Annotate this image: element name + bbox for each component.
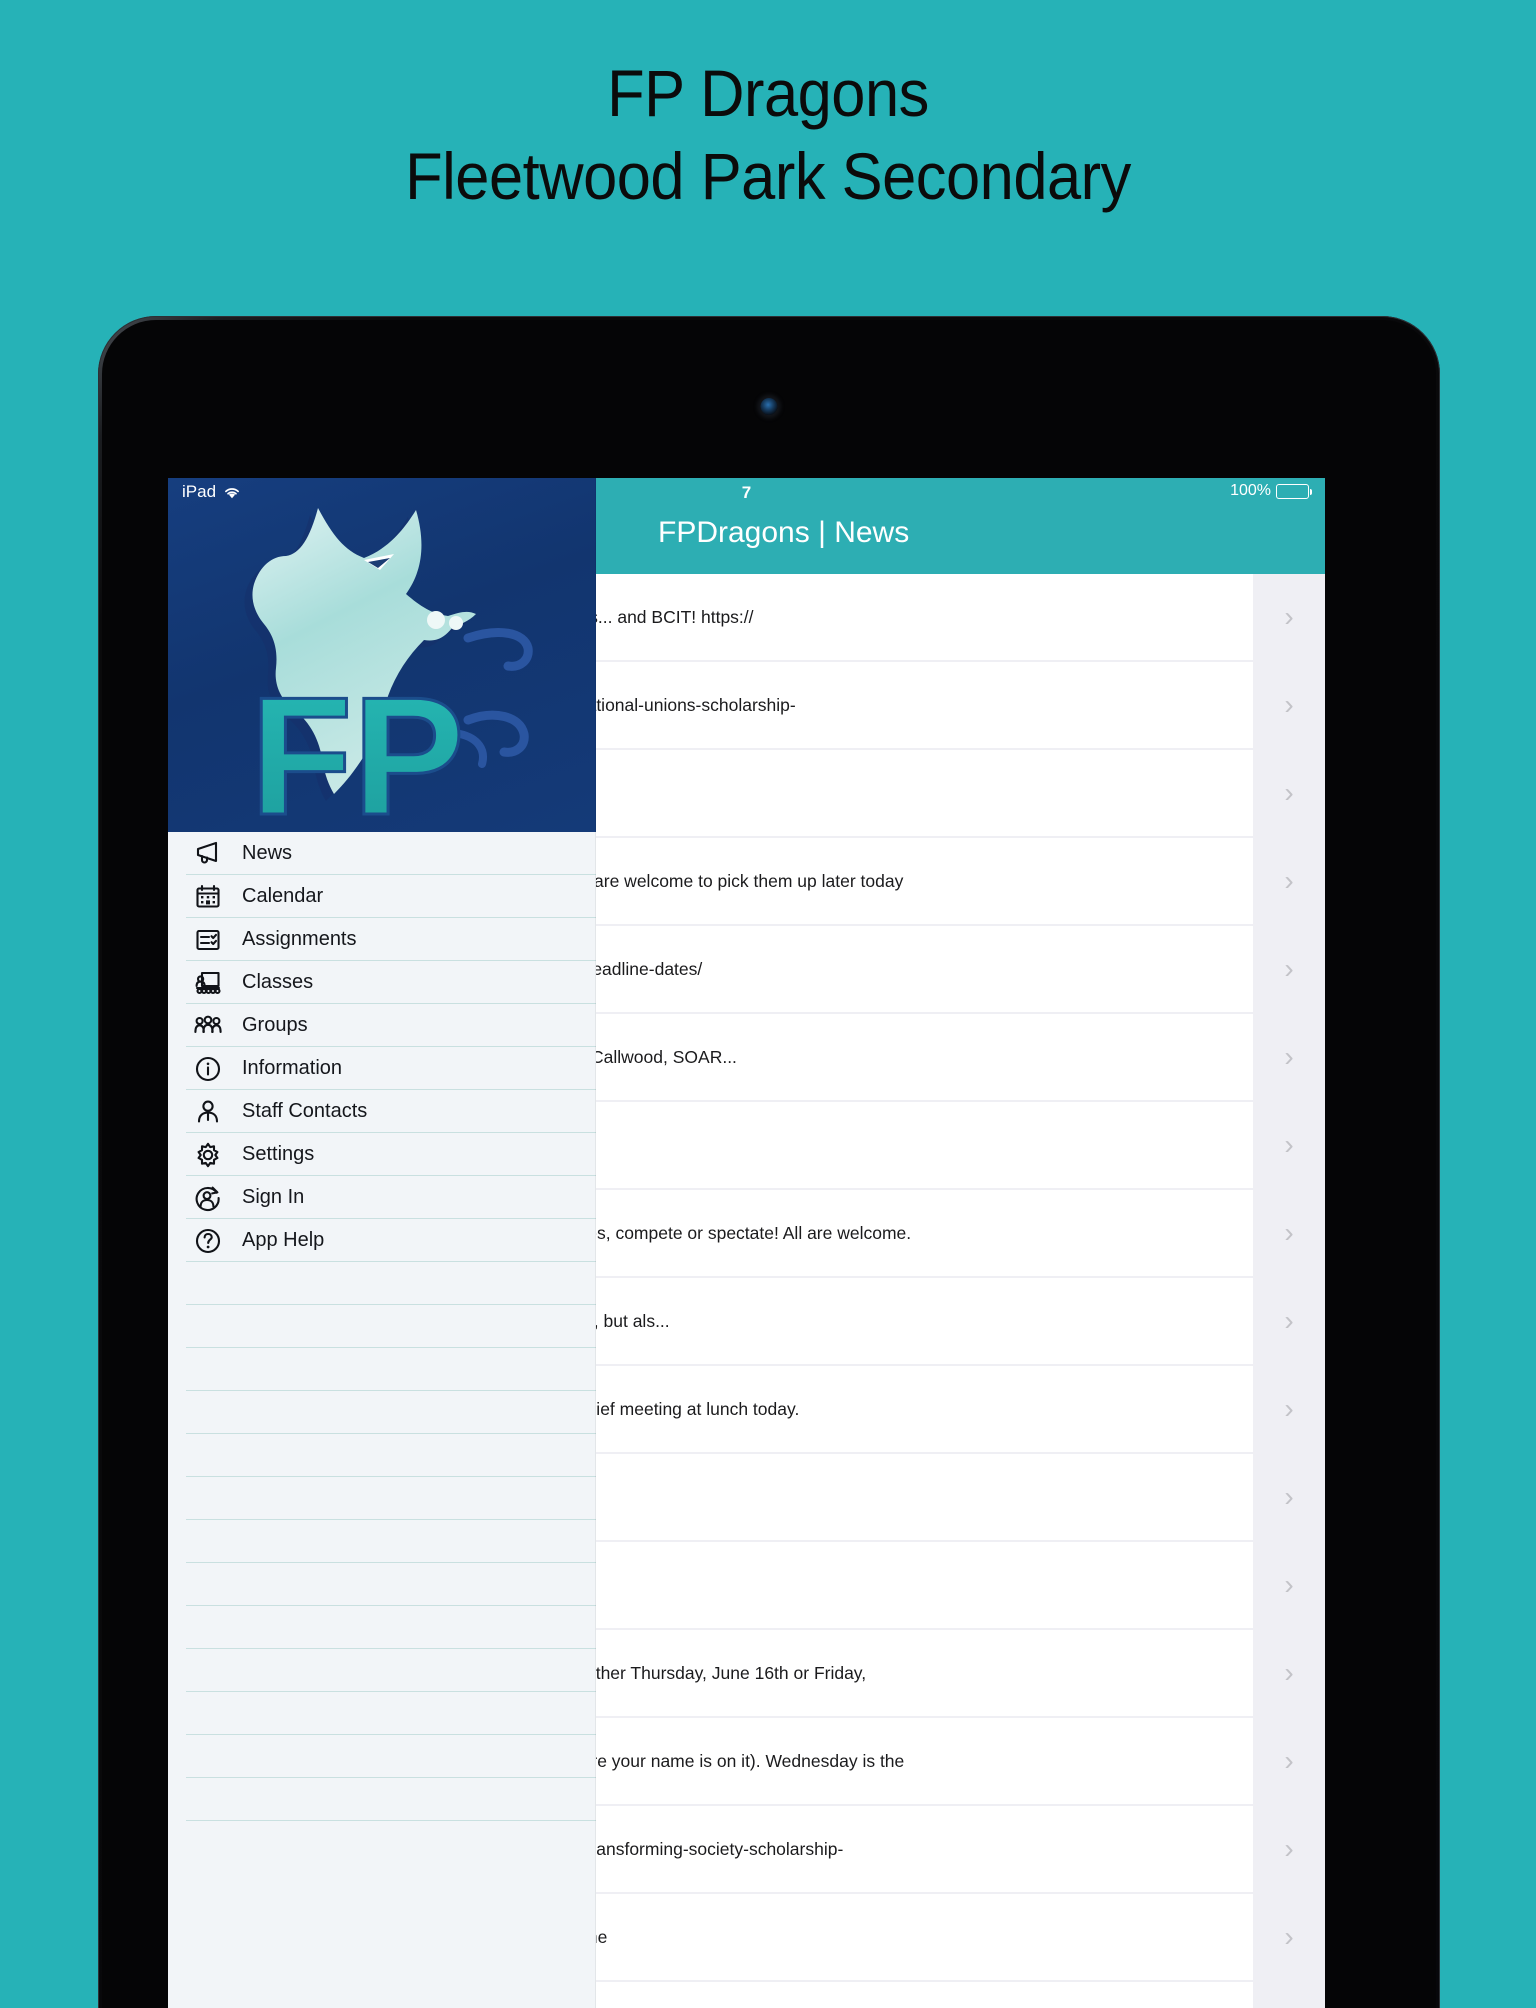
sidebar-item-app-help[interactable]: App Help bbox=[168, 1219, 596, 1262]
sidebar-empty-row bbox=[168, 1391, 596, 1434]
sidebar-item-sign-in[interactable]: Sign In bbox=[168, 1176, 596, 1219]
sidebar-empty-row bbox=[168, 1477, 596, 1520]
ipad-screen: 7 100% FPDragons | News nunications Work… bbox=[168, 478, 1325, 2008]
chevron-right-icon[interactable]: › bbox=[1253, 1014, 1325, 1100]
chevron-right-icon[interactable]: › bbox=[1253, 1630, 1325, 1716]
sidebar-empty-row bbox=[168, 1434, 596, 1477]
logo-letters: FP bbox=[249, 661, 467, 833]
svg-text:FP: FP bbox=[250, 662, 465, 832]
page-title-line-2: Fleetwood Park Secondary bbox=[405, 138, 1131, 213]
sidebar-logo-header: iPad FP bbox=[168, 478, 596, 832]
gear-icon bbox=[186, 1141, 230, 1169]
sidebar-empty-row bbox=[168, 1348, 596, 1391]
sidebar-menu-list: News Calendar Assignments Classes Groups Info… bbox=[168, 832, 596, 1821]
sidebar-empty-row bbox=[168, 1606, 596, 1649]
chevron-right-icon[interactable]: › bbox=[1253, 1982, 1325, 2008]
page-root: FP Dragons Fleetwood Park Secondary 7 10… bbox=[0, 0, 1536, 2008]
sidebar-empty-row bbox=[168, 1520, 596, 1563]
sidebar-item-settings[interactable]: Settings bbox=[168, 1133, 596, 1176]
sidebar-item-information[interactable]: Information bbox=[168, 1047, 596, 1090]
status-bar-battery: 100% bbox=[1230, 482, 1312, 500]
chevron-right-icon[interactable]: › bbox=[1253, 1806, 1325, 1892]
status-bar-left: iPad bbox=[182, 482, 241, 502]
classroom-icon bbox=[186, 969, 230, 997]
sidebar-item-news[interactable]: News bbox=[168, 832, 596, 875]
sidebar-empty-row bbox=[168, 1563, 596, 1606]
sidebar-item-label: Settings bbox=[242, 1143, 315, 1165]
page-title: FP Dragons Fleetwood Park Secondary bbox=[0, 52, 1536, 217]
chevron-right-icon[interactable]: › bbox=[1253, 1454, 1325, 1540]
ipad-bezel: 7 100% FPDragons | News nunications Work… bbox=[102, 320, 1436, 2008]
page-title-line-1: FP Dragons bbox=[607, 56, 929, 130]
sidebar-empty-row bbox=[168, 1305, 596, 1348]
fp-dragons-logo: FP bbox=[168, 488, 596, 832]
chevron-right-icon[interactable]: › bbox=[1253, 662, 1325, 748]
sidebar-item-label: App Help bbox=[242, 1229, 325, 1251]
battery-full-icon bbox=[1276, 483, 1312, 499]
checklist-icon bbox=[186, 926, 230, 954]
sidebar-item-groups[interactable]: Groups bbox=[168, 1004, 596, 1047]
navbar-title: FPDragons | News bbox=[658, 516, 910, 549]
sidebar-empty-row bbox=[168, 1649, 596, 1692]
sidebar-item-label: Assignments bbox=[242, 928, 357, 950]
row-divider bbox=[186, 1820, 596, 1821]
people-group-icon bbox=[186, 1012, 230, 1040]
status-bar-time: 7 bbox=[741, 483, 752, 502]
sidebar-empty-row bbox=[168, 1735, 596, 1778]
chevron-right-icon[interactable]: › bbox=[1253, 750, 1325, 836]
wifi-icon bbox=[225, 487, 239, 498]
sidebar-item-label: Sign In bbox=[242, 1186, 305, 1208]
chevron-right-icon[interactable]: › bbox=[1253, 1102, 1325, 1188]
sidebar-empty-row bbox=[168, 1262, 596, 1305]
sidebar-item-label: News bbox=[242, 842, 293, 864]
chevron-right-icon[interactable]: › bbox=[1253, 926, 1325, 1012]
chevron-right-icon[interactable]: › bbox=[1253, 1894, 1325, 1980]
battery-percent-label: 100% bbox=[1230, 482, 1271, 499]
chevron-right-icon[interactable]: › bbox=[1253, 1718, 1325, 1804]
calendar-icon bbox=[186, 883, 230, 911]
sidebar-item-staff-contacts[interactable]: Staff Contacts bbox=[168, 1090, 596, 1133]
dragon-logo-graphic: FP bbox=[244, 508, 533, 833]
sidebar-item-label: Staff Contacts bbox=[242, 1100, 368, 1122]
sidebar-item-label: Information bbox=[242, 1057, 343, 1079]
sidebar-item-assignments[interactable]: Assignments bbox=[168, 918, 596, 961]
front-camera-icon bbox=[760, 398, 778, 415]
question-circle-icon bbox=[186, 1227, 230, 1255]
sidebar-menu: iPad FP News Calendar Assignments Classe… bbox=[168, 478, 596, 2008]
chevron-right-icon[interactable]: › bbox=[1253, 1278, 1325, 1364]
megaphone-icon bbox=[186, 840, 230, 868]
sidebar-item-label: Groups bbox=[242, 1014, 308, 1036]
chevron-right-icon[interactable]: › bbox=[1253, 574, 1325, 660]
chevron-right-icon[interactable]: › bbox=[1253, 1366, 1325, 1452]
status-bar-device-label: iPad bbox=[182, 482, 217, 501]
sidebar-empty-row bbox=[168, 1692, 596, 1735]
sidebar-item-classes[interactable]: Classes bbox=[168, 961, 596, 1004]
chevron-right-icon[interactable]: › bbox=[1253, 1542, 1325, 1628]
sidebar-item-label: Classes bbox=[242, 971, 314, 993]
sidebar-item-label: Calendar bbox=[242, 885, 324, 907]
info-circle-icon bbox=[186, 1055, 230, 1083]
chevron-right-icon[interactable]: › bbox=[1253, 1190, 1325, 1276]
person-icon bbox=[186, 1098, 230, 1126]
ipad-device-frame: 7 100% FPDragons | News nunications Work… bbox=[98, 316, 1440, 2008]
sign-in-person-icon bbox=[186, 1184, 230, 1212]
chevron-right-icon[interactable]: › bbox=[1253, 838, 1325, 924]
sidebar-item-calendar[interactable]: Calendar bbox=[168, 875, 596, 918]
sidebar-edge bbox=[595, 478, 596, 2008]
sidebar-empty-row bbox=[168, 1778, 596, 1821]
